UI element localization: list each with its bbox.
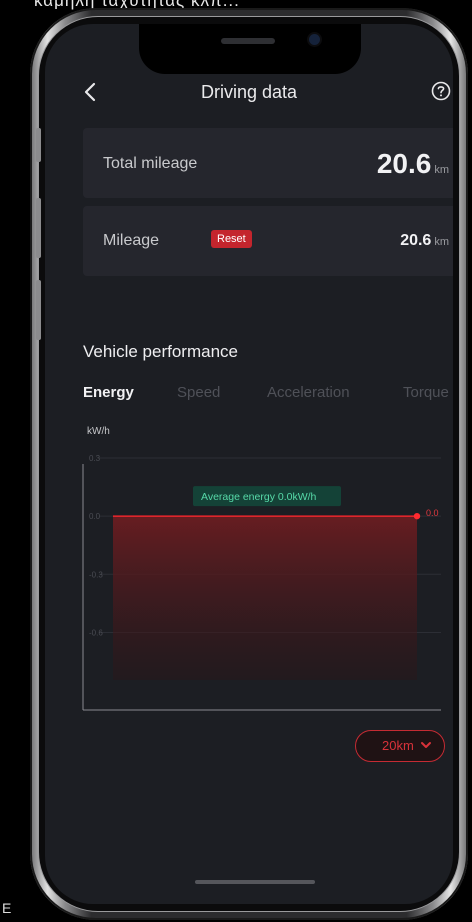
chevron-down-icon	[421, 742, 431, 748]
volume-up-button	[36, 198, 41, 258]
corner-glyph: E	[2, 900, 12, 916]
range-selector[interactable]: 20km	[355, 730, 445, 762]
area-fill	[113, 516, 417, 680]
y-tick-label: -0.3	[89, 570, 103, 579]
mute-switch	[36, 128, 41, 162]
energy-chart: 0.3 0.0 -0.3 -0.6 0.0 Average energy 0.0kW/…	[82, 454, 441, 711]
range-value: 20km	[382, 738, 414, 753]
phone-screen: Driving data Total mileage 20.6 km Mileag…	[45, 24, 453, 904]
y-tick-label: 0.0	[89, 512, 101, 521]
end-point-label: 0.0	[426, 508, 439, 518]
volume-down-button	[36, 280, 41, 340]
y-tick-label: 0.3	[89, 454, 101, 463]
y-tick-label: -0.6	[89, 628, 103, 637]
average-energy-label: Average energy 0.0kW/h	[201, 491, 317, 503]
home-indicator	[195, 880, 315, 884]
series-end-point	[413, 512, 421, 520]
